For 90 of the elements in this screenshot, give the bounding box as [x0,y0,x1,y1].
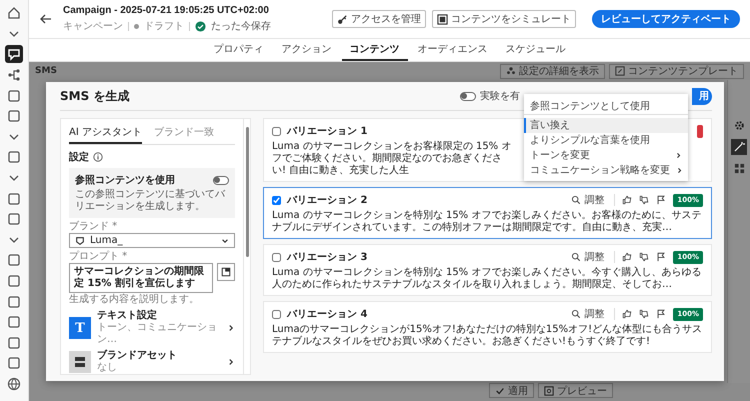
menu-item[interactable]: よりシンプルな言葉を使用 [524,133,688,148]
settings-item[interactable]: T テキスト設定 トーン、コミュニケーション… [69,310,235,346]
editor-button[interactable]: コンテンツテンプレート [609,64,744,78]
adjust-button[interactable]: 調整 [568,192,608,208]
variation-title: バリエーション 4 [287,308,368,321]
menu-item[interactable]: トーンを変更 [524,148,688,163]
footer-button[interactable]: 適用 [489,383,534,398]
thumbs-up-icon[interactable] [622,195,632,205]
tab[interactable]: プロパティ [206,39,272,61]
chevron-down-icon [221,236,229,244]
flag-icon[interactable] [656,252,666,262]
magic-wand-icon[interactable] [731,139,747,155]
status-text: ドラフト [144,20,184,33]
flag-icon[interactable] [656,195,666,205]
variation-title: バリエーション 2 [287,194,368,207]
thumbs-down-icon[interactable] [639,309,650,319]
thumbs-up-icon[interactable] [622,309,632,319]
dialog-title: SMS を生成 [60,88,130,104]
breadcrumb: キャンペーン [63,20,123,33]
adjust-button[interactable]: 調整 [568,249,608,265]
grid-icon[interactable] [734,163,744,174]
settings-heading: 設定 [69,150,89,164]
chevron-right-icon [227,358,235,366]
text-icon: T [69,317,91,339]
people-icon [506,66,516,76]
experiment-switch[interactable] [460,92,476,100]
check-circle-icon [195,20,206,32]
header-button[interactable]: アクセスを管理 [332,10,426,28]
variation-title: バリエーション 1 [287,125,368,138]
variation-checkbox[interactable] [272,252,281,262]
variation-checkbox[interactable] [272,196,281,204]
thumbs-down-icon[interactable] [639,252,650,262]
panel-tab[interactable]: ブランド一致 [154,122,214,144]
assets-icon [69,351,91,373]
menu-item[interactable]: 参照コンテンツとして使用 [524,97,688,115]
menu-item[interactable]: 言い換え [524,118,688,133]
variation-text: Lumaのサマーコレクションが15%オフ!あなただけの特別な15%オフ!どんな体型にも合うサステナブルなスタイルをぜひお買い求めください。お急ぎください!もうすぐ終了です! [272,324,703,348]
experiment-label: 実験を有 [480,90,520,103]
thumbs-up-icon[interactable] [622,252,632,262]
channel-label: SMS [35,66,57,76]
key-icon [337,14,348,24]
preview-icon [437,14,448,24]
variation-checkbox[interactable] [272,310,281,318]
tab[interactable]: オーディエンス [410,39,496,61]
back-arrow-icon[interactable] [39,12,53,26]
chevron-right-icon [675,152,682,159]
settings-item[interactable]: ブランドアセット なし [69,350,235,374]
variation-text: Luma のサマーコレクションを特別な 15% オフでお楽しみください。今すぐ購入し、あらゆる人のために作られたサステナブルなスタイルを取り入れましょう。期間限定、そしてお… [272,267,702,291]
saved-status: たった今保存 [211,20,271,33]
checkmark-icon [495,386,505,396]
brand-label: ブランド * [69,221,118,233]
use-button[interactable]: 用 [692,88,712,104]
prompt-label: プロンプト * [69,251,128,263]
prompt-field[interactable]: サマーコレクションの期間限定 15% 割引を宣伝します [69,263,213,293]
search-icon [571,309,582,319]
variation-text: Luma のサマーコレクションを特別な 15% オフでお楽しみください。お客様のために、サステナブルにデザインされています。この特別オファーは期間限定です。自由に動き、充実… [272,210,702,234]
menu-item[interactable]: コミュニケーション戦略を変更 [524,163,688,178]
brand-select[interactable]: Luma_ [69,233,235,248]
shield-icon [75,236,85,246]
panel-tab[interactable]: AI アシスタント [69,122,142,144]
copy-button[interactable] [217,263,235,281]
adjust-button[interactable]: 調整 [568,306,608,322]
campaign-title: Campaign - 2025-07-21 19:05:25 UTC+02:00 [63,5,270,16]
reference-title: 参照コンテンツを使用 [75,174,175,187]
copy-icon [221,267,231,277]
search-icon [571,195,582,205]
variation-text: Luma のサマーコレクションをお客様限定の 15% オフでご体験ください。期間限定なのでお急ぎください! 自由に動き、充実した人生 [272,141,512,177]
flag-icon[interactable] [656,309,666,319]
variation-title: バリエーション 3 [287,251,368,264]
variation-checkbox[interactable] [272,126,281,136]
settings-icon[interactable] [734,120,744,131]
header-button[interactable]: コンテンツをシミュレート [432,10,576,28]
reference-switch[interactable] [213,176,229,184]
chevron-right-icon [227,324,235,332]
template-icon [615,66,625,76]
thumbs-down-icon[interactable] [639,195,650,205]
preview-icon [544,386,554,396]
prompt-help: 生成する内容を説明します。 [69,294,200,306]
footer-button[interactable]: プレビュー [538,383,613,398]
tab[interactable]: スケジュール [498,39,574,61]
review-activate-button[interactable]: レビューしてアクティベート [592,10,740,28]
scrollbar[interactable] [244,118,251,375]
tab[interactable]: アクション [274,39,340,61]
nav-icon[interactable] [5,45,23,64]
chevron-right-icon [676,167,683,174]
search-icon [571,252,582,262]
info-icon[interactable] [93,152,103,162]
editor-button[interactable]: 設定の詳細を表示 [500,64,605,78]
status-dot-icon [134,24,139,28]
reference-description: この参照コンテンツに基づいてバリエーションを生成します。 [75,189,226,213]
